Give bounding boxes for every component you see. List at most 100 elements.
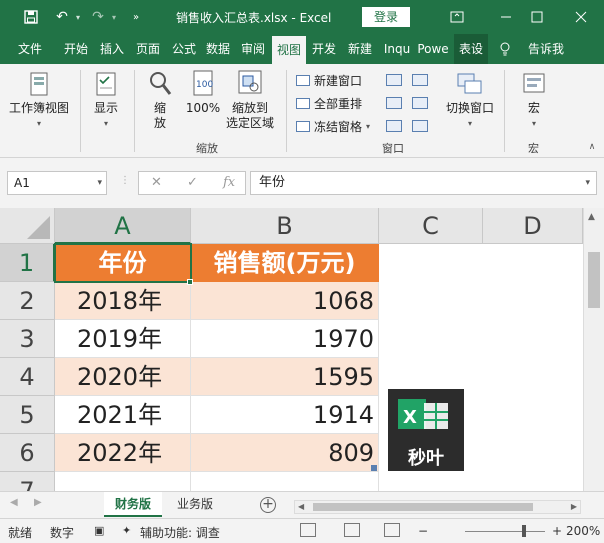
save-icon[interactable] <box>20 0 42 34</box>
vertical-scrollbar[interactable]: ▲ <box>583 208 604 491</box>
tab-new[interactable]: 新建 <box>342 34 378 64</box>
workbook-views-button[interactable]: 工作簿视图 ▾ <box>4 72 74 131</box>
collapse-ribbon-icon[interactable]: ∧ <box>586 140 598 155</box>
hide-window-icon[interactable] <box>386 97 402 109</box>
tab-page-layout[interactable]: 页面 <box>132 34 164 64</box>
tab-view[interactable]: 视图 <box>272 36 306 64</box>
synchronous-scrolling-icon[interactable] <box>412 97 428 109</box>
zoom-slider-thumb[interactable] <box>522 525 526 537</box>
enter-icon[interactable]: ✓ <box>187 175 198 190</box>
fill-handle[interactable] <box>187 279 193 285</box>
zoom-out-icon[interactable]: − <box>418 524 428 538</box>
accessibility-icon[interactable]: ✦ <box>122 524 131 537</box>
customize-toolbar-icon[interactable]: » <box>128 0 144 34</box>
show-button[interactable]: 显示 ▾ <box>86 72 126 131</box>
zoom-button[interactable]: 缩 放 <box>142 70 178 131</box>
cell-a6[interactable]: 2022年 <box>55 434 191 472</box>
row-header-5[interactable]: 5 <box>0 396 55 434</box>
new-window-button[interactable]: 新建窗口 <box>296 72 362 89</box>
zoom-level[interactable]: 200% <box>566 524 600 538</box>
row-header-7[interactable]: 7 <box>0 472 55 491</box>
chevron-down-icon[interactable]: ▾ <box>97 172 102 194</box>
scroll-thumb[interactable] <box>588 252 600 308</box>
cell-b1[interactable]: 销售额(万元) <box>191 244 379 282</box>
login-button[interactable]: 登录 <box>362 7 410 27</box>
cell-b6[interactable]: 809 <box>191 434 379 472</box>
prev-sheet-icon[interactable]: ◀ <box>10 497 18 508</box>
maximize-button[interactable] <box>514 0 560 34</box>
row-header-2[interactable]: 2 <box>0 282 55 320</box>
cancel-icon[interactable]: ✕ <box>151 175 162 190</box>
close-button[interactable] <box>558 0 604 34</box>
tab-developer[interactable]: 开发 <box>308 34 340 64</box>
tab-file[interactable]: 文件 <box>10 34 50 64</box>
column-header-a[interactable]: A <box>55 208 191 244</box>
row-header-1[interactable]: 1 <box>0 244 55 282</box>
macro-record-icon[interactable]: ▣ <box>94 524 104 537</box>
cell-a5[interactable]: 2021年 <box>55 396 191 434</box>
spreadsheet-grid[interactable]: A B C D 1 2 3 4 5 6 7 年份 销售额(万元) 2018年 1… <box>0 208 604 491</box>
formula-input[interactable]: 年份 ▾ <box>250 171 597 195</box>
insert-function-icon[interactable]: fx <box>223 175 235 190</box>
split-icon[interactable] <box>386 74 402 86</box>
expand-formula-icon[interactable]: ▾ <box>585 172 590 194</box>
switch-windows-button[interactable]: 切换窗口 ▾ <box>444 72 496 131</box>
tab-power-pivot[interactable]: Powe <box>416 34 450 64</box>
cell-a4[interactable]: 2020年 <box>55 358 191 396</box>
row-header-4[interactable]: 4 <box>0 358 55 396</box>
undo-dropdown-icon[interactable]: ▾ <box>72 0 84 34</box>
status-accessibility[interactable]: 辅助功能: 调查 <box>140 524 220 541</box>
macros-button[interactable]: 宏 ▾ <box>516 72 552 131</box>
scroll-left-icon[interactable]: ◀ <box>298 502 304 511</box>
redo-icon[interactable]: ↷ <box>88 0 108 34</box>
scroll-right-icon[interactable]: ▶ <box>571 502 577 511</box>
tab-data[interactable]: 数据 <box>202 34 234 64</box>
tell-me-search[interactable]: 告诉我 <box>522 34 570 64</box>
cell-b4[interactable]: 1595 <box>191 358 379 396</box>
tab-table-design[interactable]: 表设 <box>454 34 488 64</box>
add-sheet-button[interactable]: + <box>260 497 276 513</box>
tab-review[interactable]: 审阅 <box>236 34 270 64</box>
cell-a1[interactable]: 年份 <box>55 244 191 282</box>
redo-dropdown-icon[interactable]: ▾ <box>108 0 120 34</box>
cell-a2[interactable]: 2018年 <box>55 282 191 320</box>
tab-home[interactable]: 开始 <box>60 34 92 64</box>
zoom-slider[interactable] <box>465 531 545 532</box>
table-resize-handle[interactable] <box>371 465 377 471</box>
normal-view-icon[interactable] <box>300 523 316 537</box>
cell-b7[interactable] <box>191 472 379 491</box>
select-all-button[interactable] <box>0 208 55 244</box>
column-header-b[interactable]: B <box>191 208 379 244</box>
zoom-100-button[interactable]: 100 100% <box>184 70 222 116</box>
next-sheet-icon[interactable]: ▶ <box>34 497 42 508</box>
cell-b3[interactable]: 1970 <box>191 320 379 358</box>
scroll-up-icon[interactable]: ▲ <box>588 212 595 222</box>
horizontal-scrollbar[interactable]: ◀ ▶ <box>294 500 581 514</box>
tab-formulas[interactable]: 公式 <box>168 34 200 64</box>
cell-a3[interactable]: 2019年 <box>55 320 191 358</box>
tab-insert[interactable]: 插入 <box>96 34 128 64</box>
sheet-tab-finance[interactable]: 财务版 <box>104 492 162 517</box>
scroll-thumb[interactable] <box>313 503 533 511</box>
freeze-panes-button[interactable]: 冻结窗格 ▾ <box>296 118 370 135</box>
cell-b2[interactable]: 1068 <box>191 282 379 320</box>
row-header-6[interactable]: 6 <box>0 434 55 472</box>
zoom-to-selection-button[interactable]: 缩放到 选定区域 <box>222 70 278 131</box>
page-break-view-icon[interactable] <box>384 523 400 537</box>
ribbon-display-icon[interactable] <box>434 0 480 34</box>
page-layout-view-icon[interactable] <box>344 523 360 537</box>
sheet-tab-business[interactable]: 业务版 <box>166 492 224 517</box>
cell-b5[interactable]: 1914 <box>191 396 379 434</box>
drag-handle-icon[interactable]: ⋮ <box>120 175 130 186</box>
reset-window-position-icon[interactable] <box>412 120 428 132</box>
column-header-d[interactable]: D <box>483 208 583 244</box>
name-box[interactable]: A1 ▾ <box>7 171 107 195</box>
lightbulb-icon[interactable] <box>496 34 514 64</box>
undo-icon[interactable]: ↶ <box>52 0 72 34</box>
cell-a7[interactable] <box>55 472 191 491</box>
zoom-in-icon[interactable]: + <box>552 524 562 538</box>
arrange-all-button[interactable]: 全部重排 <box>296 95 362 112</box>
column-header-c[interactable]: C <box>379 208 483 244</box>
row-header-3[interactable]: 3 <box>0 320 55 358</box>
unhide-window-icon[interactable] <box>386 120 402 132</box>
